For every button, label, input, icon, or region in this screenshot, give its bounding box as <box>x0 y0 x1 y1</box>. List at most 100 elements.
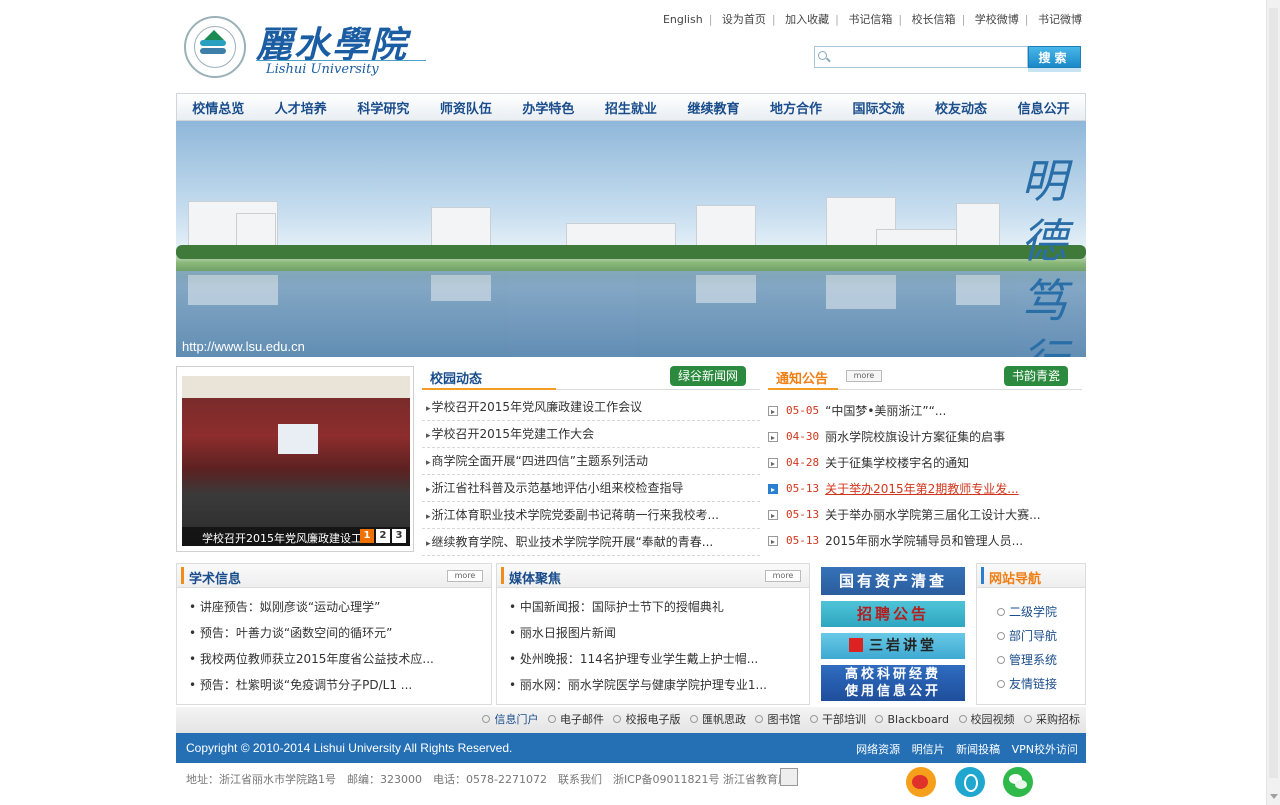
search-input[interactable] <box>814 46 1028 68</box>
site-nav-item[interactable]: 友情链接 <box>997 672 1085 696</box>
scrollbar-thumb[interactable] <box>1269 8 1278 778</box>
toplink-president-mailbox[interactable]: 校长信箱 <box>912 13 956 26</box>
search-button[interactable]: 搜索 <box>1028 46 1081 68</box>
academic-more-button[interactable]: more <box>447 570 483 582</box>
nav-item-disclosure[interactable]: 信息公开 <box>1018 98 1070 117</box>
arrow-icon: ▸ <box>426 485 431 495</box>
tencent-weibo-icon[interactable] <box>955 767 985 797</box>
nav-item-overview[interactable]: 校情总览 <box>192 98 244 117</box>
nav-item-faculty[interactable]: 师资队伍 <box>440 98 492 117</box>
banner-trees <box>176 245 1086 259</box>
research-funding-banner[interactable]: 高校科研经费 使用信息公开 <box>821 665 965 701</box>
campus-news-title[interactable]: 校园动态 <box>430 368 482 387</box>
recruitment-banner[interactable]: 招聘公告 <box>821 601 965 627</box>
shuyun-qingci-button[interactable]: 书韵青瓷 <box>1004 366 1069 386</box>
statistics-icon[interactable] <box>780 768 798 786</box>
list-item[interactable]: ▸继续教育学院、职业技术学院学院开展“奉献的青春... <box>422 529 760 556</box>
nav-item-research[interactable]: 科学研究 <box>357 98 409 117</box>
toplink-add-favorite[interactable]: 加入收藏 <box>785 13 829 26</box>
nav-item-features[interactable]: 办学特色 <box>522 98 574 117</box>
list-item[interactable]: 05-05 “中国梦•美丽浙江”“... <box>768 398 1082 424</box>
arrow-icon <box>809 715 818 723</box>
list-item[interactable]: ▸浙江体育职业技术学院党委副书记蒋萌一行来我校考... <box>422 502 760 529</box>
university-logo[interactable]: 麗水學院 Lishui University <box>184 12 434 82</box>
slide-page-3[interactable]: 3 <box>392 529 406 543</box>
footer-link-news-submission[interactable]: 新闻投稿 <box>956 743 1000 756</box>
nav-item-local-cooperation[interactable]: 地方合作 <box>770 98 822 117</box>
list-item[interactable]: 05-13 关于举办2015年第2期教师专业发... <box>768 476 1082 502</box>
nav-item-international[interactable]: 国际交流 <box>853 98 905 117</box>
site-nav-item[interactable]: 部门导航 <box>997 624 1085 648</box>
list-item[interactable]: ▸浙江省社科普及示范基地评估小组来校检查指导 <box>422 475 760 502</box>
notices-more-button[interactable]: more <box>846 370 882 382</box>
slide-page-1[interactable]: 1 <box>360 529 374 543</box>
list-item[interactable]: • 预告：杜紫明谈“免疫调节分子PD/L1 ... <box>189 672 491 698</box>
nav-item-alumni[interactable]: 校友动态 <box>935 98 987 117</box>
slideshow-photo[interactable]: 学校召开2015年党风廉政建设工 1 2 3 <box>182 376 410 546</box>
slide-page-2[interactable]: 2 <box>376 529 390 543</box>
list-item[interactable]: • 中国新闻报：国际护士节下的授帽典礼 <box>509 594 809 620</box>
media-title[interactable]: 媒体聚焦 <box>509 568 561 587</box>
list-item[interactable]: ▸学校召开2015年党建工作大会 <box>422 421 760 448</box>
list-item[interactable]: ▸商学院全面开展“四进四信”主题系列活动 <box>422 448 760 475</box>
list-item[interactable]: 04-30 丽水学院校旗设计方案征集的启事 <box>768 424 1082 450</box>
list-item[interactable]: • 处州晚报：114名护理专业学生戴上护士帽... <box>509 646 809 672</box>
quick-link-school-paper[interactable]: 校报电子版 <box>613 713 680 726</box>
scrollbar[interactable] <box>1266 0 1280 805</box>
quick-link-email[interactable]: 电子邮件 <box>547 713 604 726</box>
quick-link-campus-video[interactable]: 校园视频 <box>958 713 1015 726</box>
sanyan-lecture-banner[interactable]: 三岩讲堂 <box>821 633 965 659</box>
quick-link-procurement[interactable]: 采购招标 <box>1024 713 1080 726</box>
wechat-icon[interactable] <box>1003 767 1033 797</box>
media-more-button[interactable]: more <box>765 570 801 582</box>
list-item[interactable]: • 我校两位教师获立2015年度省公益技术应... <box>189 646 491 672</box>
toplink-school-weibo[interactable]: 学校微博 <box>975 13 1019 26</box>
list-item[interactable]: 05-13 关于举办丽水学院第三届化工设计大赛... <box>768 502 1082 528</box>
quick-link-cadre-training[interactable]: 干部培训 <box>809 713 866 726</box>
site-nav-item[interactable]: 管理系统 <box>997 648 1085 672</box>
toplink-secretary-mailbox[interactable]: 书记信箱 <box>848 13 892 26</box>
scroll-down-arrow-icon[interactable] <box>1270 794 1278 799</box>
toplink-secretary-weibo[interactable]: 书记微博 <box>1038 13 1082 26</box>
nav-item-continuing-education[interactable]: 继续教育 <box>687 98 739 117</box>
media-panel: 媒体聚焦 more • 中国新闻报：国际护士节下的授帽典礼 • 丽水日报图片新闻… <box>496 563 810 705</box>
list-item[interactable]: • 讲座预告：姒刚彦谈“运动心理学” <box>189 594 491 620</box>
list-item[interactable]: 04-28 关于征集学校楼宇名的通知 <box>768 450 1082 476</box>
arrow-icon <box>997 680 1005 688</box>
weibo-icon[interactable] <box>906 767 936 797</box>
nav-item-admissions[interactable]: 招生就业 <box>605 98 657 117</box>
list-item[interactable]: 05-13 2015年丽水学院辅导员和管理人员... <box>768 528 1082 554</box>
toplink-set-homepage[interactable]: 设为首页 <box>722 13 766 26</box>
slideshow-pager: 1 2 3 <box>360 529 406 543</box>
quick-link-blackboard[interactable]: Blackboard <box>875 713 949 726</box>
list-item[interactable]: ▸学校召开2015年党风廉政建设工作会议 <box>422 394 760 421</box>
search-button-shadow <box>1028 68 1081 72</box>
nav-item-education[interactable]: 人才培养 <box>275 98 327 117</box>
arrow-icon <box>997 656 1005 664</box>
toplink-english[interactable]: English <box>663 13 703 26</box>
site-nav-title: 网站导航 <box>989 572 1042 587</box>
footer-link-vpn[interactable]: VPN校外访问 <box>1012 743 1078 756</box>
arrow-icon <box>768 432 778 442</box>
logo-divider <box>256 60 426 61</box>
quick-links-bar: 信息门户 电子邮件 校报电子版 匯帆思政 图书馆 干部培训 Blackboard… <box>176 707 1086 733</box>
search-bar: 搜索 <box>814 46 1082 72</box>
list-item[interactable]: • 丽水日报图片新闻 <box>509 620 809 646</box>
list-item[interactable]: • 丽水网：丽水学院医学与健康学院护理专业1... <box>509 672 809 698</box>
site-nav-item[interactable]: 二级学院 <box>997 600 1085 624</box>
asset-inventory-banner[interactable]: 国有资产清查 <box>821 567 965 595</box>
arrow-icon <box>768 406 778 416</box>
list-item[interactable]: • 预告：叶善力谈“函数空间的循环元” <box>189 620 491 646</box>
arrow-icon <box>768 458 778 468</box>
notices-title[interactable]: 通知公告 <box>776 368 828 387</box>
notices-list: 05-05 “中国梦•美丽浙江”“... 04-30 丽水学院校旗设计方案征集的启事… <box>768 390 1082 554</box>
quick-link-info-portal[interactable]: 信息门户 <box>482 713 538 726</box>
footer-link-network-resources[interactable]: 网络资源 <box>856 743 900 756</box>
campus-news-list: ▸学校召开2015年党风廉政建设工作会议 ▸学校召开2015年党建工作大会 ▸商… <box>422 390 760 556</box>
green-valley-news-button[interactable]: 绿谷新闻网 <box>670 366 747 386</box>
slideshow-caption[interactable]: 学校召开2015年党风廉政建设工 <box>202 530 362 546</box>
quick-link-ideology[interactable]: 匯帆思政 <box>689 713 746 726</box>
academic-title[interactable]: 学术信息 <box>189 568 241 587</box>
quick-link-library[interactable]: 图书馆 <box>755 713 800 726</box>
footer-link-postcard[interactable]: 明信片 <box>912 743 945 756</box>
